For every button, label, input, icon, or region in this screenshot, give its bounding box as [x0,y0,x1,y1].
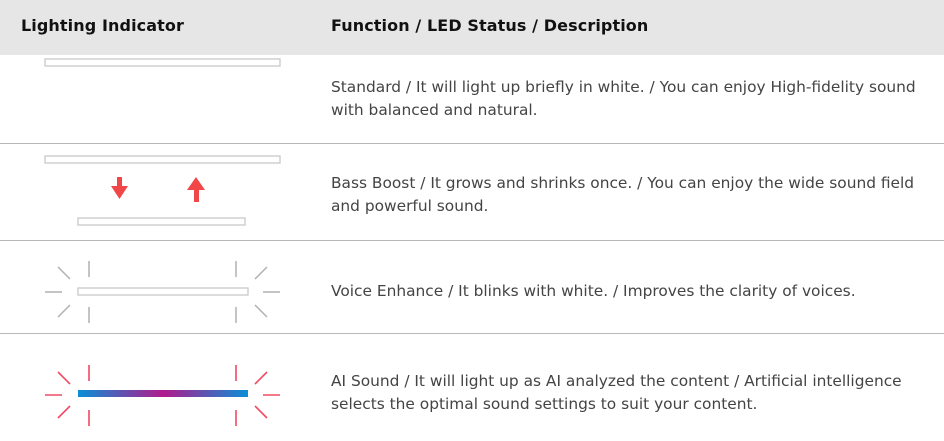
light-bar-icon [44,58,281,67]
row-description-bass-boost: Bass Boost / It grows and shrinks once. … [331,174,915,215]
standard-light-bar-illustration [0,55,320,143]
row-description-voice-enhance: Voice Enhance / It blinks with white. / … [331,282,856,300]
table-header: Lighting Indicator Function / LED Status… [0,0,944,55]
light-bar-narrow-icon [77,217,246,226]
gradient-light-bar-icon [78,390,248,397]
bass-boost-illustration [0,144,320,240]
voice-enhance-illustration [0,241,320,333]
row-description-ai-sound: AI Sound / It will light up as AI analyz… [331,372,902,413]
arrow-down-icon [111,177,128,199]
header-lighting-indicator: Lighting Indicator [21,16,184,35]
header-function-description: Function / LED Status / Description [331,16,649,35]
ai-sound-illustration [0,334,320,441]
arrow-up-icon [187,177,205,202]
row-description-standard: Standard / It will light up briefly in w… [331,78,916,119]
light-bar-wide-icon [44,155,281,164]
light-bar-icon [77,287,249,296]
